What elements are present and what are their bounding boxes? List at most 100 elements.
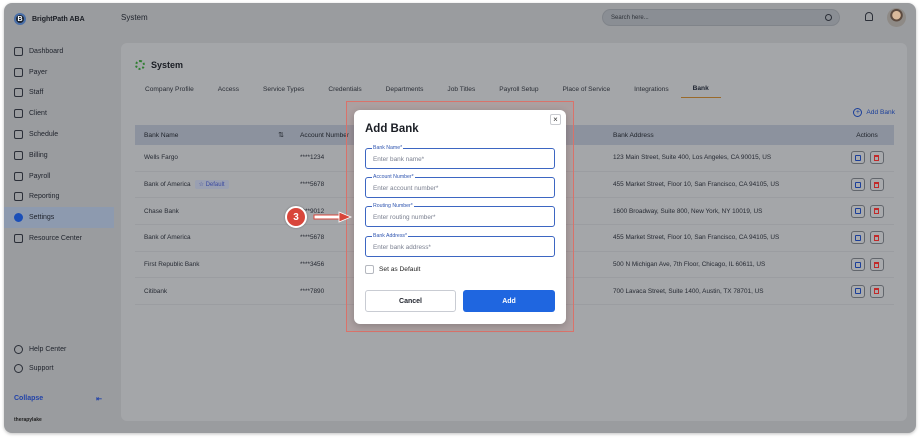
tab-company-profile[interactable]: Company Profile [133,80,206,98]
edit-button[interactable] [850,258,865,272]
sidebar-item-reporting[interactable]: Reporting [4,187,114,208]
close-button[interactable]: × [550,114,561,125]
delete-button[interactable] [869,204,884,218]
add-button[interactable]: Add [463,290,555,312]
edit-button[interactable] [850,204,865,218]
edit-button[interactable] [850,231,865,245]
page-title: System [135,60,183,70]
sort-icon[interactable]: ⇅ [278,131,284,139]
cell-bank-name: Citibank [135,288,290,295]
sidebar-nav: Dashboard Payer Staff Client Schedule Bi… [4,41,114,249]
bank-name-text: Bank of America [144,234,191,242]
cell-address: 455 Market Street, Floor 10, San Francis… [613,181,780,189]
top-bar: System Search here... [114,3,916,33]
sidebar-item-label: Payroll [29,172,51,180]
delete-button[interactable] [869,284,884,298]
tab-departments[interactable]: Departments [374,80,436,98]
tab-bank[interactable]: Bank [680,80,721,98]
header-title: System [121,13,148,22]
footer-brand: therapylake [14,417,42,423]
set-default-checkbox[interactable]: Set as Default [365,265,420,274]
page-title-text: System [151,60,184,70]
edit-icon [854,288,861,295]
cell-address: 500 N Michigan Ave, 7th Floor, Chicago, … [613,261,766,269]
tab-service-types[interactable]: Service Types [251,80,316,98]
avatar[interactable] [887,8,906,27]
cell-actions [840,284,894,298]
field-placeholder: Enter bank name* [373,155,425,163]
bank-name-text: Chase Bank [144,207,179,215]
sidebar-item-label: Reporting [29,193,60,201]
field-placeholder: Enter account number* [373,184,439,192]
edit-button[interactable] [850,178,865,192]
brand[interactable]: B BrightPath ABA [14,11,85,27]
settings-icon [14,213,23,223]
bank-name-text: First Republic Bank [144,261,200,269]
tab-credentials[interactable]: Credentials [316,80,373,98]
field-label: Account Number* [372,174,415,180]
collapse-icon: ⇤ [96,396,102,403]
delete-button[interactable] [869,151,884,165]
tab-job-titles[interactable]: Job Titles [435,80,487,98]
tab-place-of-service[interactable]: Place of Service [551,80,623,98]
cell-address: 455 Market Street, Floor 10, San Francis… [613,234,780,242]
delete-button[interactable] [869,178,884,192]
sidebar-item-dashboard[interactable]: Dashboard [4,41,114,62]
bank-name-field[interactable]: Bank Name* Enter bank name* [365,145,555,169]
sidebar-item-client[interactable]: Client [4,103,114,124]
collapse-label: Collapse [14,395,44,402]
checkbox-box[interactable] [365,265,374,274]
cell-bank-name: Bank of America [135,234,290,241]
header-label: Bank Name [144,131,179,139]
client-icon [14,109,23,119]
help-icon [14,345,23,354]
payer-icon [14,67,23,77]
collapse-button[interactable]: Collapse ⇤ [14,395,102,403]
account-number-field[interactable]: Account Number* Enter account number* [365,174,555,198]
trash-icon [874,234,879,241]
search-icon[interactable] [825,14,832,21]
sidebar-item-label: Resource Center [29,235,82,243]
cancel-button[interactable]: Cancel [365,290,456,312]
sidebar-item-label: Dashboard [29,47,64,55]
sidebar-item-resource-center[interactable]: Resource Center [4,228,114,249]
plus-circle-icon: + [853,108,863,117]
bank-address-field[interactable]: Bank Address* Enter bank address* [365,233,555,257]
sidebar-item-payer[interactable]: Payer [4,62,114,83]
field-label: Routing Number* [372,203,414,209]
sidebar-bottom-nav: Help Center Support [4,340,114,378]
sidebar-item-settings[interactable]: Settings [4,207,114,229]
bell-icon[interactable] [865,12,873,21]
delete-button[interactable] [869,231,884,245]
sidebar-item-help-center[interactable]: Help Center [4,340,114,359]
add-bank-button[interactable]: + Add Bank [853,108,895,117]
sidebar-item-support[interactable]: Support [4,359,114,378]
routing-number-field[interactable]: Routing Number* Enter routing number* [365,203,555,227]
payroll-icon [14,171,23,181]
tab-integrations[interactable]: Integrations [622,80,680,98]
headset-icon [14,364,23,373]
tab-access[interactable]: Access [206,80,251,98]
bank-name-text: Wells Fargo [144,154,178,162]
cell-bank-name: First Republic Bank [135,261,290,268]
modal-title: Add Bank [365,123,419,135]
field-placeholder: Enter bank address* [373,243,431,251]
add-bank-label: Add Bank [866,109,895,116]
edit-button[interactable] [850,284,865,298]
column-bank-name[interactable]: Bank Name ⇅ [135,131,290,140]
edit-button[interactable] [850,151,865,165]
sidebar-item-billing[interactable]: Billing [4,145,114,166]
cell-actions [840,258,894,272]
sidebar-item-payroll[interactable]: Payroll [4,166,114,187]
tab-payroll-setup[interactable]: Payroll Setup [487,80,550,98]
search-input[interactable]: Search here... [602,9,840,26]
reporting-icon [14,192,23,202]
trash-icon [874,181,879,188]
sidebar-item-staff[interactable]: Staff [4,83,114,104]
add-bank-modal: Add Bank × Bank Name* Enter bank name* A… [354,110,566,324]
folder-icon [14,234,23,244]
delete-button[interactable] [869,258,884,272]
cell-address: 123 Main Street, Suite 400, Los Angeles,… [613,154,772,162]
sidebar-item-schedule[interactable]: Schedule [4,124,114,145]
gear-icon [135,60,145,70]
